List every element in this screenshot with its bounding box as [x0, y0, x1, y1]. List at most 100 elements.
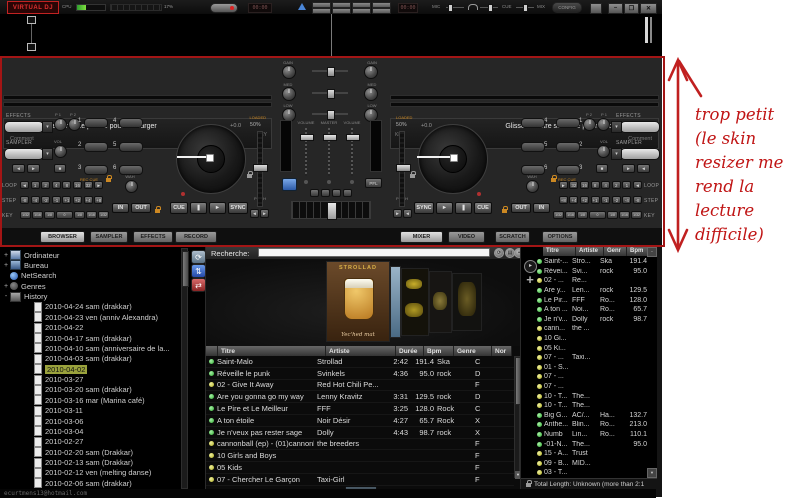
search-input[interactable] [258, 248, 490, 257]
key-button[interactable]: 0 [589, 211, 606, 219]
folder-item[interactable]: 2010-04-22 [26, 323, 83, 333]
track-row[interactable]: Saint-MaloStrollad2:42191.4SkaC [206, 356, 514, 368]
sidelist-row[interactable]: 09 - B...MID... [535, 459, 653, 469]
expand-toggle-icon[interactable]: + [2, 283, 10, 290]
folder-item[interactable]: 2010-03-16 mar (Marina café) [26, 395, 145, 405]
layout-preset-button[interactable] [352, 8, 371, 14]
album-cover-right-1[interactable] [401, 268, 429, 336]
column-header-Nor[interactable]: Nor [492, 346, 512, 356]
folder-scrollbar[interactable] [181, 248, 188, 489]
panel-button-sampler[interactable]: SAMPLER [90, 231, 128, 243]
sample-slot-button[interactable] [119, 142, 143, 152]
layout-preset-button[interactable] [312, 8, 331, 14]
album-cover-center[interactable]: STROLLAD Yec'hed mat [326, 261, 390, 342]
loop-out-button[interactable]: OUT [131, 203, 151, 213]
mic-slider[interactable] [446, 7, 464, 8]
key-button[interactable]: 1/32 [20, 211, 31, 219]
effects-dropdown[interactable] [4, 121, 44, 133]
folder-item[interactable]: 2010-03-11 [26, 406, 83, 416]
sidelist-scroll-up[interactable]: - [647, 247, 657, 257]
loop-button[interactable]: 8 [62, 181, 71, 189]
step-button[interactable]: -1 [601, 196, 610, 204]
folder-item[interactable]: 2010-03-06 [26, 416, 83, 426]
step-button[interactable]: +4 [84, 196, 93, 204]
loop-button[interactable]: 16 [73, 181, 82, 189]
folder-item[interactable]: 2010-04-10 sam (anniversaire de la... [26, 343, 170, 353]
column-header-Bpm[interactable]: Bpm [424, 346, 454, 356]
sidelist-row[interactable]: 03 - T... [535, 468, 653, 478]
loop-button[interactable]: 4 [52, 181, 61, 189]
deck-left-cue-strip[interactable] [3, 102, 272, 107]
key-button[interactable]: 1/32 [553, 211, 564, 219]
loop-button[interactable]: 8 [591, 181, 600, 189]
sidelist-column-header-Artiste[interactable]: Artiste [576, 246, 604, 256]
sidelist-row[interactable]: Are y...Len...rock129.5 [535, 286, 653, 296]
sidelist-scroll-down[interactable]: ▼ [647, 468, 657, 478]
video-crossfade-handle[interactable] [327, 67, 335, 77]
panel-button-video[interactable]: VIDEO [448, 231, 485, 243]
folder-item[interactable]: +Bureau [2, 260, 48, 270]
key-button[interactable]: 1/16 [86, 211, 97, 219]
loop-out-button[interactable]: OUT [511, 203, 531, 213]
sidelist-row[interactable]: 01 - S... [535, 363, 653, 373]
maximize-button[interactable]: ❒ [624, 3, 639, 14]
sample-slot-button[interactable] [84, 165, 108, 175]
layout-preset-button[interactable] [372, 8, 391, 14]
karaoke-panel-icon[interactable]: ⇄ [191, 278, 206, 292]
step-button[interactable]: -8 [20, 196, 29, 204]
sampler-vol-knob[interactable] [597, 145, 610, 158]
folder-item[interactable]: 2010-04-17 sam (drakkar) [26, 333, 132, 343]
key-button[interactable]: 1/32 [98, 211, 109, 219]
key-button[interactable]: 1/32 [631, 211, 642, 219]
album-cover-spine[interactable] [390, 266, 401, 338]
sample-slot-button[interactable] [521, 118, 545, 128]
column-header-icon[interactable] [206, 346, 218, 356]
key-button[interactable]: 1/8 [74, 211, 85, 219]
loop-button[interactable]: ◄ [633, 181, 642, 189]
wave-zoom-handle-top[interactable] [27, 16, 36, 24]
step-button[interactable]: +8 [94, 196, 103, 204]
crossfader-handle[interactable] [327, 202, 337, 220]
sidelist-row[interactable]: Je n'v...Dollyrock98.7 [535, 315, 653, 325]
sidelist-row[interactable]: -01-N...The...95.0 [535, 439, 653, 449]
sidelist-row[interactable]: 10 - T...The... [535, 391, 653, 401]
sidelist-row[interactable]: Révei...Svi...rock95.0 [535, 267, 653, 277]
pitch-bend-plus-button[interactable]: ► [260, 209, 269, 218]
key-button[interactable]: 1/8 [44, 211, 55, 219]
pfl-right-button[interactable]: PFL [365, 178, 382, 188]
effect-knob-1[interactable] [597, 118, 610, 131]
panel-button-scratch[interactable]: SCRATCH [495, 231, 530, 243]
sidelist-row[interactable]: Big G...AC/...Ha...132.7 [535, 411, 653, 421]
step-button[interactable]: -1 [52, 196, 61, 204]
panel-button-browser[interactable]: BROWSER [40, 231, 85, 243]
track-row[interactable]: Le Pire et Le MeilleurFFF3:25128.0RockC [206, 403, 514, 415]
sidelist-row[interactable]: A ton ...Noi...Ro...65.7 [535, 305, 653, 315]
sidelist-row[interactable]: 07 - ...Taxi... [535, 353, 653, 363]
stop-button[interactable]: ❚ [190, 202, 207, 214]
pitch-bend-minus-button[interactable]: ◄ [250, 209, 259, 218]
step-button[interactable]: -2 [41, 196, 50, 204]
key-button[interactable]: 1/16 [565, 211, 576, 219]
loop-button[interactable]: ► [559, 181, 568, 189]
folder-item[interactable]: +Genres [2, 281, 46, 291]
play-button[interactable]: ► [209, 202, 226, 214]
cue-button[interactable]: CUE [170, 202, 188, 214]
eq-knob-left[interactable] [282, 65, 296, 79]
loop-button[interactable]: 32 [569, 181, 578, 189]
sampler-prev-button[interactable]: ◄ [12, 164, 25, 173]
track-row[interactable]: 07 - Chercher Le GarçonTaxi-GirlF [206, 474, 514, 486]
sampler-rec-button[interactable]: ■ [54, 164, 66, 173]
effect-knob-1[interactable] [54, 118, 67, 131]
folder-item[interactable]: 2010-04-02 [26, 364, 87, 374]
folder-item[interactable]: 2010-02-06 sam (drakkar) [26, 478, 132, 488]
panel-button-options[interactable]: OPTIONS [542, 231, 578, 243]
eq-knob-left[interactable] [282, 87, 296, 101]
channel-fader-handle[interactable] [346, 134, 360, 141]
help-button[interactable] [590, 3, 602, 14]
loop-button[interactable]: 1 [622, 181, 631, 189]
sidelist-row[interactable]: Saint-...Stro...Ska191.4 [535, 257, 653, 267]
wave-zoom-handle-bottom[interactable] [27, 43, 36, 51]
automix-panel-icon[interactable]: ⟳ [191, 250, 206, 264]
folder-item[interactable]: 2010-02-12 ven (melting danse) [26, 468, 151, 478]
sidelist-row[interactable]: 15 - A...Trust [535, 449, 653, 459]
